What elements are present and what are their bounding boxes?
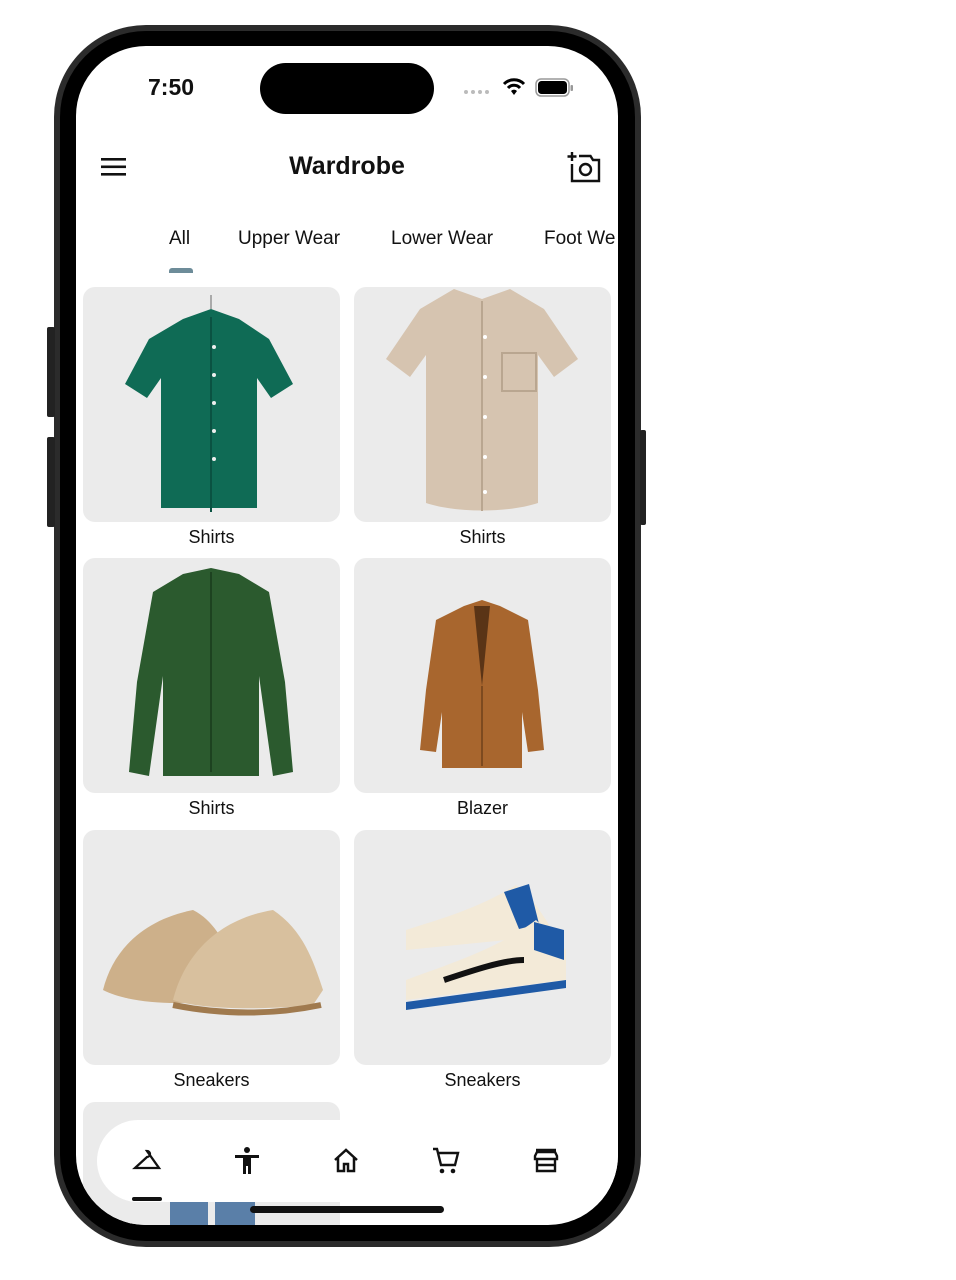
active-nav-indicator [132, 1197, 162, 1201]
item-label: Shirts [188, 798, 235, 818]
power-button [640, 430, 646, 525]
dynamic-island [260, 63, 434, 114]
item-card-green-shirt[interactable] [83, 287, 340, 522]
volume-up-button [47, 327, 55, 417]
beige-sneakers-image [103, 910, 323, 1016]
page-title: Wardrobe [289, 152, 405, 180]
item-label: Sneakers [173, 1070, 250, 1090]
home-icon[interactable] [331, 1146, 361, 1176]
store-icon[interactable] [531, 1146, 561, 1176]
screen: 7:50 Wardrobe All Upper Wear Lower Wear … [76, 46, 618, 1225]
status-time: 7:50 [148, 74, 195, 100]
item-card-blue-sneakers[interactable] [354, 830, 611, 1065]
add-photo-camera-icon[interactable] [567, 150, 603, 184]
wifi-icon [502, 78, 526, 95]
tab-all[interactable]: All [169, 228, 190, 250]
item-label: Shirts [459, 527, 506, 547]
blazer-image [420, 600, 544, 768]
item-card-blazer[interactable] [354, 558, 611, 793]
tab-foot-wear[interactable]: Foot We [544, 228, 615, 250]
active-tab-indicator [169, 268, 193, 273]
volume-down-button [47, 437, 55, 527]
item-card-beige-shirt[interactable] [354, 287, 611, 522]
hanger-icon[interactable] [132, 1146, 162, 1176]
cart-icon[interactable] [431, 1146, 461, 1176]
blue-sneakers-image [406, 884, 566, 1010]
green-shirt-image [125, 295, 293, 512]
item-label: Blazer [456, 798, 509, 818]
jeans-image [170, 1202, 208, 1225]
tab-lower-wear[interactable]: Lower Wear [391, 228, 493, 250]
signal-icon [464, 90, 489, 94]
dark-green-shirt-image [129, 568, 293, 776]
home-indicator [250, 1206, 444, 1213]
item-label: Sneakers [444, 1070, 521, 1090]
item-label: Shirts [188, 527, 235, 547]
tab-upper-wear[interactable]: Upper Wear [238, 228, 340, 250]
battery-icon [535, 78, 573, 97]
item-card-dark-green-shirt[interactable] [83, 558, 340, 793]
person-icon[interactable] [232, 1146, 262, 1176]
beige-shirt-image [386, 289, 578, 511]
item-card-beige-sneakers[interactable] [83, 830, 340, 1065]
